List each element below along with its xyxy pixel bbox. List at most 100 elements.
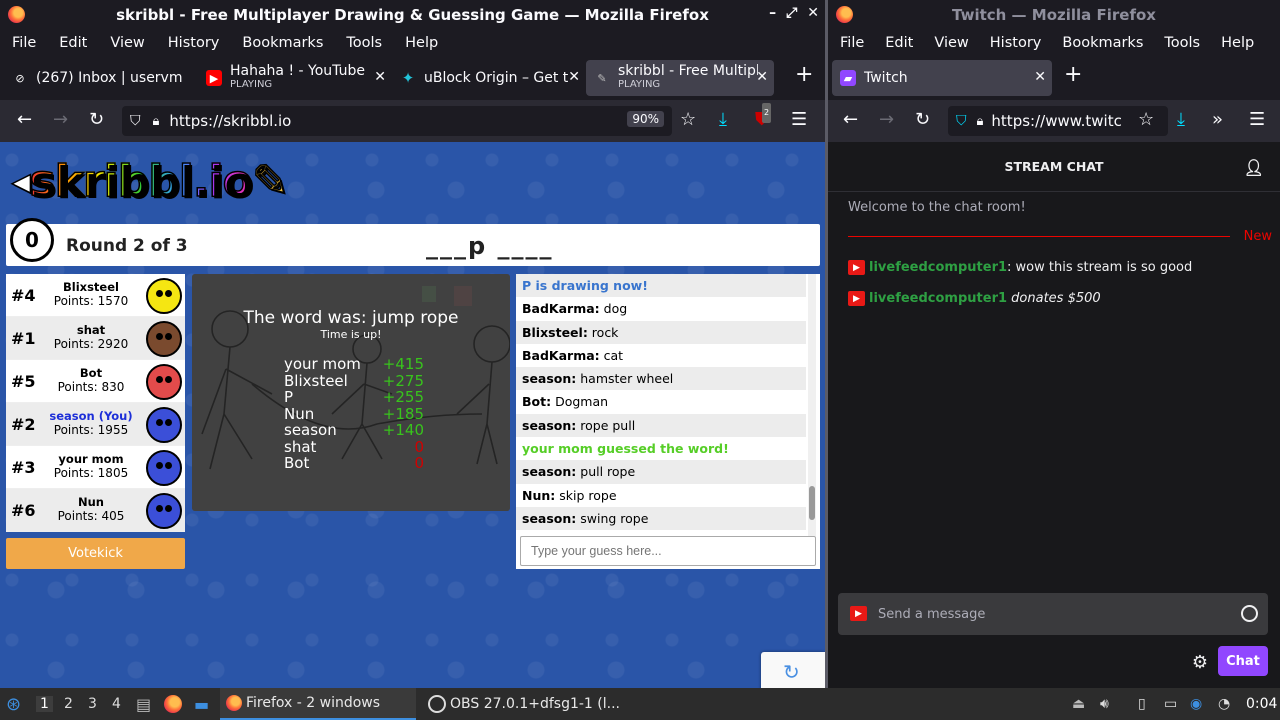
menu-edit[interactable]: Edit [885,35,913,51]
drawing-canvas[interactable]: The word was: jump rope Time is up! your… [192,274,510,511]
reload-icon[interactable]: ↻ [89,110,104,130]
title-bar[interactable]: skribbl - Free Multiplayer Drawing & Gue… [0,0,825,30]
workspace-4[interactable]: 4 [112,696,121,712]
votekick-button[interactable]: Votekick [6,538,185,569]
new-tab-icon[interactable]: + [795,62,813,87]
url-bar[interactable]: ⛉ 🔒︎ https://skribbl.io 90% [122,106,672,136]
menu-file[interactable]: File [12,35,36,51]
chat-user: season: [522,417,577,433]
back-icon[interactable]: ← [17,110,32,130]
menu-bookmarks[interactable]: Bookmarks [242,35,323,51]
firefox-launcher-icon[interactable] [164,688,182,720]
network-icon[interactable]: ◔ [1218,688,1230,720]
window-title: Twitch — Mozilla Firefox [952,6,1156,24]
player-card[interactable]: #5 Bot Points: 830 [6,360,185,403]
menu-file[interactable]: File [840,35,864,51]
player-avatar [146,364,182,400]
forward-icon[interactable]: → [879,110,894,130]
chat-user[interactable]: livefeedcomputer1 [869,260,1007,275]
maximize-icon[interactable]: ⤢ [786,5,797,21]
shield-icon[interactable]: ⛉ [130,113,141,129]
tab-youtube[interactable]: ▶ Hahaha ! - YouTube PLAYING ✕ [198,60,392,96]
overflow-icon[interactable]: » [1212,110,1223,130]
chat-user[interactable]: livefeedcomputer1 [869,291,1007,306]
title-bar[interactable]: Twitch — Mozilla Firefox [828,0,1280,30]
speaker-icon[interactable]: ◀ [11,167,31,197]
minimize-icon[interactable]: – [769,5,776,21]
files-icon[interactable]: ▤ [136,688,151,720]
score-row: season +140 [284,422,424,439]
shield-icon[interactable]: ⛉ [956,113,967,129]
tab-twitch[interactable]: ▰ Twitch ✕ [832,60,1052,96]
score-delta: +185 [382,404,424,423]
display-icon[interactable]: ▭ [1164,688,1177,720]
chat-message: Blixsteel: rock [516,320,806,344]
volume-icon[interactable]: 🔊︎ [1100,688,1109,720]
player-points: Points: 2920 [53,337,129,351]
start-menu-icon[interactable]: ⊛ [6,688,21,720]
menu-edit[interactable]: Edit [59,35,87,51]
reload-icon[interactable]: ↻ [915,110,930,130]
zoom-indicator[interactable]: 90% [627,111,664,127]
update-notifier-icon[interactable]: ◉ [1190,688,1202,720]
taskbar-obs[interactable]: OBS 27.0.1+dfsg1-1 (l... [424,688,624,720]
tray-upload-icon[interactable]: ⏏ [1072,688,1085,720]
hamburger-menu-icon[interactable]: ☰ [791,110,807,130]
back-icon[interactable]: ← [843,110,858,130]
tab-skribbl[interactable]: ✎ skribbl - Free Multipl PLAYING ✕ [586,60,774,96]
guess-input[interactable] [520,536,816,566]
workspace-1[interactable]: 1 [36,696,53,712]
url-text[interactable]: https://skribbl.io [169,112,291,130]
download-icon[interactable]: ⤓ [1177,110,1185,130]
player-card[interactable]: #6 Nun Points: 405 [6,489,185,532]
folder-icon[interactable]: ▬ [194,688,209,720]
player-points: Points: 405 [57,509,125,523]
menu-tools[interactable]: Tools [1164,35,1200,51]
emote-icon[interactable] [1241,605,1258,622]
chat-send-button[interactable]: Chat [1218,646,1268,676]
menu-help[interactable]: Help [1221,35,1254,51]
clipboard-icon[interactable]: ▯ [1138,688,1146,720]
bookmark-star-icon[interactable]: ☆ [1138,110,1154,130]
chat-message: season: hamster wheel [516,367,806,391]
player-card[interactable]: #4 Blixsteel Points: 1570 [6,274,185,317]
workspace-3[interactable]: 3 [88,696,97,712]
close-icon[interactable]: ✕ [807,5,819,21]
taskbar-firefox[interactable]: Firefox - 2 windows [220,688,416,720]
url-bar[interactable]: ⛉ 🔒︎ https://www.twitc [948,106,1168,136]
chat-scrollbar[interactable] [808,274,816,536]
tab-inbox[interactable]: ⊘ (267) Inbox | uservm [4,60,198,96]
url-text[interactable]: https://www.twitc [991,112,1121,130]
ublock-extension-icon[interactable]: ⛊2 [755,103,772,130]
workspace-2[interactable]: 2 [64,696,73,712]
player-card[interactable]: #2 season (You) Points: 1955 [6,403,185,446]
menu-history[interactable]: History [990,35,1042,51]
close-tab-icon[interactable]: ✕ [1034,69,1046,85]
settings-gear-icon[interactable]: ⚙ [1192,652,1208,673]
forward-icon[interactable]: → [53,110,68,130]
close-tab-icon[interactable]: ✕ [568,69,580,85]
player-avatar [146,278,182,314]
send-message-input[interactable]: ▶ Send a message [838,593,1268,635]
recaptcha-badge[interactable]: ↻ [761,652,825,688]
close-tab-icon[interactable]: ✕ [374,69,386,85]
close-tab-icon[interactable]: ✕ [756,69,768,85]
menu-view[interactable]: View [934,35,968,51]
player-card[interactable]: #1 shat Points: 2920 [6,317,185,360]
menu-view[interactable]: View [110,35,144,51]
new-tab-icon[interactable]: + [1064,62,1082,87]
menu-bar: File Edit View History Bookmarks Tools H… [828,30,1280,56]
users-icon[interactable]: 👤︎ [1244,158,1264,177]
menu-history[interactable]: History [168,35,220,51]
menu-help[interactable]: Help [405,35,438,51]
player-card[interactable]: #3 your mom Points: 1805 [6,446,185,489]
bookmark-star-icon[interactable]: ☆ [680,110,696,130]
chat-system-message: P is drawing now! [516,274,806,298]
menu-tools[interactable]: Tools [346,35,382,51]
menu-bookmarks[interactable]: Bookmarks [1062,35,1143,51]
hamburger-menu-icon[interactable]: ☰ [1249,110,1265,130]
clock[interactable]: 0:04 [1246,688,1277,720]
scrollbar-thumb[interactable] [809,486,815,520]
tab-ublock[interactable]: ✦ uBlock Origin – Get t ✕ [392,60,586,96]
download-icon[interactable]: ⤓ [719,110,727,130]
